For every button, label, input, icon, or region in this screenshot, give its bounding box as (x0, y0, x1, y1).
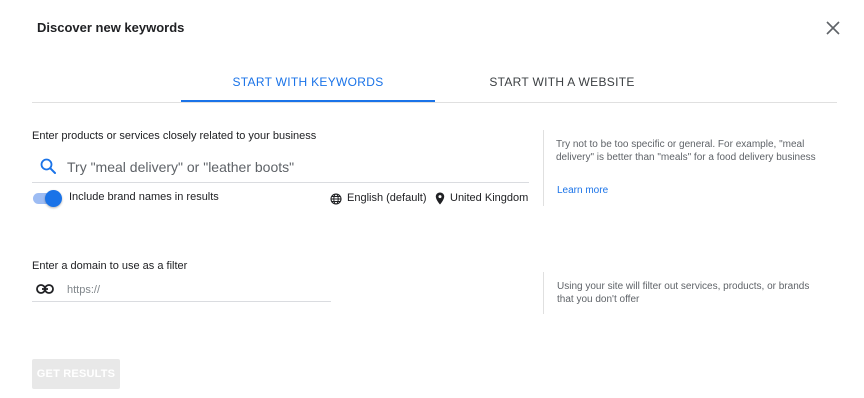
tab-start-with-keywords[interactable]: START WITH KEYWORDS (181, 60, 435, 102)
brand-names-toggle[interactable] (32, 189, 62, 207)
discover-keywords-dialog: Discover new keywords START WITH KEYWORD… (0, 0, 864, 398)
get-results-button[interactable]: GET RESULTS (32, 359, 120, 389)
globe-icon (330, 192, 342, 205)
location-label: United Kingdom (450, 192, 529, 204)
domain-field (32, 277, 331, 302)
keyword-search-input[interactable] (65, 152, 524, 182)
tab-bar: START WITH KEYWORDS START WITH A WEBSITE (32, 60, 837, 103)
keywords-label: Enter products or services closely relat… (32, 130, 317, 142)
language-label: English (default) (347, 192, 427, 204)
brand-names-toggle-label: Include brand names in results (69, 191, 219, 203)
learn-more-link[interactable]: Learn more (557, 185, 608, 196)
keywords-divider (543, 130, 544, 206)
domain-label: Enter a domain to use as a filter (32, 260, 188, 272)
keyword-search-field (32, 150, 529, 183)
link-icon (36, 282, 54, 296)
dialog-title: Discover new keywords (37, 20, 185, 35)
domain-input[interactable] (65, 278, 329, 302)
search-icon (40, 158, 56, 174)
language-selector[interactable]: English (default) (330, 190, 427, 206)
close-icon[interactable] (824, 19, 842, 37)
keywords-help-text: Try not to be too specific or general. F… (556, 139, 816, 163)
location-pin-icon (435, 192, 445, 205)
tab-start-with-website[interactable]: START WITH A WEBSITE (435, 60, 689, 101)
domain-help-text: Using your site will filter out services… (557, 281, 810, 305)
domain-divider (543, 272, 544, 314)
location-selector[interactable]: United Kingdom (435, 190, 528, 206)
